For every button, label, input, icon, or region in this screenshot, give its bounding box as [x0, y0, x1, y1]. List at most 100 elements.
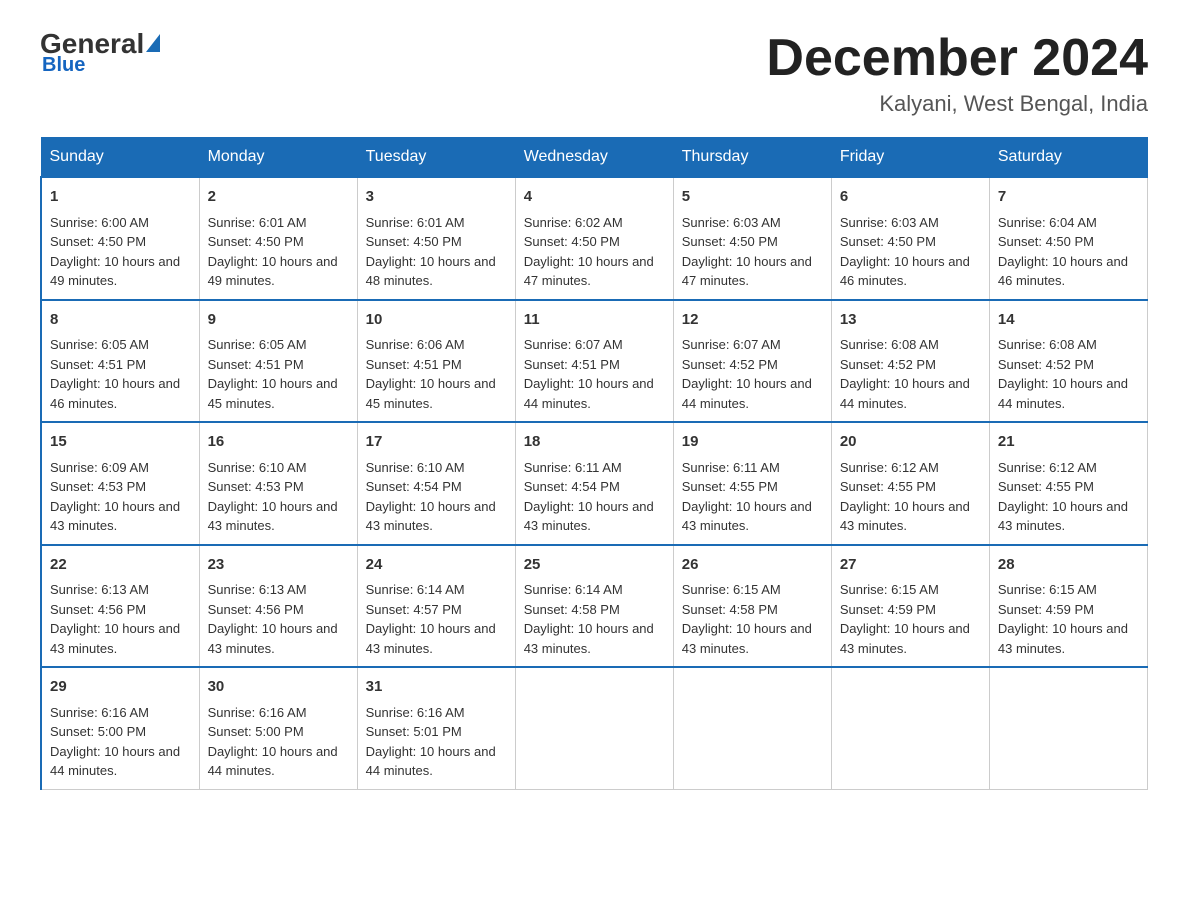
day-cell-30: 30 Sunrise: 6:16 AMSunset: 5:00 PMDayligh… [199, 667, 357, 789]
day-cell-23: 23 Sunrise: 6:13 AMSunset: 4:56 PMDayligh… [199, 545, 357, 668]
day-info: Sunrise: 6:16 AMSunset: 5:00 PMDaylight:… [208, 705, 338, 779]
weekday-header-monday: Monday [199, 138, 357, 178]
day-number: 31 [366, 676, 507, 699]
day-cell-16: 16 Sunrise: 6:10 AMSunset: 4:53 PMDayligh… [199, 422, 357, 545]
day-info: Sunrise: 6:06 AMSunset: 4:51 PMDaylight:… [366, 337, 496, 411]
weekday-header-wednesday: Wednesday [515, 138, 673, 178]
day-number: 14 [998, 309, 1139, 332]
day-cell-5: 5Sunrise: 6:03 AMSunset: 4:50 PMDaylight… [673, 177, 831, 300]
weekday-header-sunday: Sunday [41, 138, 199, 178]
empty-cell [831, 667, 989, 789]
day-info: Sunrise: 6:10 AMSunset: 4:54 PMDaylight:… [366, 460, 496, 534]
day-info: Sunrise: 6:02 AMSunset: 4:50 PMDaylight:… [524, 215, 654, 289]
day-number: 1 [50, 186, 191, 209]
day-info: Sunrise: 6:15 AMSunset: 4:59 PMDaylight:… [998, 582, 1128, 656]
day-cell-24: 24Sunrise: 6:14 AMSunset: 4:57 PMDayligh… [357, 545, 515, 668]
title-area: December 2024 Kalyani, West Bengal, Indi… [766, 30, 1148, 117]
day-info: Sunrise: 6:13 AMSunset: 4:56 PMDaylight:… [50, 582, 180, 656]
day-cell-7: 7 Sunrise: 6:04 AMSunset: 4:50 PMDaylight… [989, 177, 1147, 300]
day-cell-15: 15 Sunrise: 6:09 AMSunset: 4:53 PMDayligh… [41, 422, 199, 545]
day-info: Sunrise: 6:01 AMSunset: 4:50 PMDaylight:… [208, 215, 338, 289]
calendar-table: SundayMondayTuesdayWednesdayThursdayFrid… [40, 137, 1148, 790]
day-cell-12: 12 Sunrise: 6:07 AMSunset: 4:52 PMDayligh… [673, 300, 831, 423]
day-info: Sunrise: 6:15 AMSunset: 4:58 PMDaylight:… [682, 582, 812, 656]
day-info: Sunrise: 6:07 AMSunset: 4:52 PMDaylight:… [682, 337, 812, 411]
day-cell-11: 11 Sunrise: 6:07 AMSunset: 4:51 PMDayligh… [515, 300, 673, 423]
day-info: Sunrise: 6:15 AMSunset: 4:59 PMDaylight:… [840, 582, 970, 656]
day-number: 8 [50, 309, 191, 332]
day-cell-6: 6Sunrise: 6:03 AMSunset: 4:50 PMDaylight… [831, 177, 989, 300]
day-number: 15 [50, 431, 191, 454]
day-cell-3: 3Sunrise: 6:01 AMSunset: 4:50 PMDaylight… [357, 177, 515, 300]
day-number: 16 [208, 431, 349, 454]
day-cell-13: 13 Sunrise: 6:08 AMSunset: 4:52 PMDayligh… [831, 300, 989, 423]
day-info: Sunrise: 6:09 AMSunset: 4:53 PMDaylight:… [50, 460, 180, 534]
day-number: 11 [524, 309, 665, 332]
day-cell-14: 14 Sunrise: 6:08 AMSunset: 4:52 PMDayligh… [989, 300, 1147, 423]
page-header: General Blue December 2024 Kalyani, West… [40, 30, 1148, 117]
day-number: 13 [840, 309, 981, 332]
logo-blue-text: Blue [42, 54, 85, 77]
day-number: 9 [208, 309, 349, 332]
weekday-header-friday: Friday [831, 138, 989, 178]
day-number: 12 [682, 309, 823, 332]
day-cell-1: 1 Sunrise: 6:00 AMSunset: 4:50 PMDaylight… [41, 177, 199, 300]
day-info: Sunrise: 6:00 AMSunset: 4:50 PMDaylight:… [50, 215, 180, 289]
day-number: 10 [366, 309, 507, 332]
day-number: 2 [208, 186, 349, 209]
day-info: Sunrise: 6:08 AMSunset: 4:52 PMDaylight:… [998, 337, 1128, 411]
day-cell-8: 8 Sunrise: 6:05 AMSunset: 4:51 PMDaylight… [41, 300, 199, 423]
day-cell-4: 4Sunrise: 6:02 AMSunset: 4:50 PMDaylight… [515, 177, 673, 300]
logo-triangle-icon [146, 34, 160, 52]
day-number: 5 [682, 186, 823, 209]
day-info: Sunrise: 6:11 AMSunset: 4:55 PMDaylight:… [682, 460, 812, 534]
day-info: Sunrise: 6:16 AMSunset: 5:00 PMDaylight:… [50, 705, 180, 779]
day-info: Sunrise: 6:10 AMSunset: 4:53 PMDaylight:… [208, 460, 338, 534]
day-info: Sunrise: 6:14 AMSunset: 4:58 PMDaylight:… [524, 582, 654, 656]
day-cell-21: 21 Sunrise: 6:12 AMSunset: 4:55 PMDayligh… [989, 422, 1147, 545]
day-info: Sunrise: 6:12 AMSunset: 4:55 PMDaylight:… [998, 460, 1128, 534]
day-number: 27 [840, 554, 981, 577]
day-number: 18 [524, 431, 665, 454]
day-cell-2: 2 Sunrise: 6:01 AMSunset: 4:50 PMDaylight… [199, 177, 357, 300]
day-info: Sunrise: 6:05 AMSunset: 4:51 PMDaylight:… [208, 337, 338, 411]
day-cell-28: 28 Sunrise: 6:15 AMSunset: 4:59 PMDayligh… [989, 545, 1147, 668]
day-cell-22: 22 Sunrise: 6:13 AMSunset: 4:56 PMDayligh… [41, 545, 199, 668]
logo: General Blue [40, 30, 160, 77]
day-number: 30 [208, 676, 349, 699]
day-number: 24 [366, 554, 507, 577]
day-info: Sunrise: 6:13 AMSunset: 4:56 PMDaylight:… [208, 582, 338, 656]
day-cell-29: 29 Sunrise: 6:16 AMSunset: 5:00 PMDayligh… [41, 667, 199, 789]
day-cell-9: 9 Sunrise: 6:05 AMSunset: 4:51 PMDaylight… [199, 300, 357, 423]
day-cell-18: 18 Sunrise: 6:11 AMSunset: 4:54 PMDayligh… [515, 422, 673, 545]
weekday-header-thursday: Thursday [673, 138, 831, 178]
day-number: 20 [840, 431, 981, 454]
day-number: 22 [50, 554, 191, 577]
day-cell-20: 20 Sunrise: 6:12 AMSunset: 4:55 PMDayligh… [831, 422, 989, 545]
weekday-header-tuesday: Tuesday [357, 138, 515, 178]
day-number: 25 [524, 554, 665, 577]
day-cell-26: 26Sunrise: 6:15 AMSunset: 4:58 PMDayligh… [673, 545, 831, 668]
empty-cell [989, 667, 1147, 789]
day-info: Sunrise: 6:01 AMSunset: 4:50 PMDaylight:… [366, 215, 496, 289]
day-number: 21 [998, 431, 1139, 454]
day-cell-27: 27 Sunrise: 6:15 AMSunset: 4:59 PMDayligh… [831, 545, 989, 668]
day-cell-19: 19Sunrise: 6:11 AMSunset: 4:55 PMDayligh… [673, 422, 831, 545]
day-number: 29 [50, 676, 191, 699]
day-info: Sunrise: 6:11 AMSunset: 4:54 PMDaylight:… [524, 460, 654, 534]
day-number: 23 [208, 554, 349, 577]
day-info: Sunrise: 6:05 AMSunset: 4:51 PMDaylight:… [50, 337, 180, 411]
day-info: Sunrise: 6:16 AMSunset: 5:01 PMDaylight:… [366, 705, 496, 779]
day-info: Sunrise: 6:07 AMSunset: 4:51 PMDaylight:… [524, 337, 654, 411]
day-cell-10: 10 Sunrise: 6:06 AMSunset: 4:51 PMDayligh… [357, 300, 515, 423]
day-info: Sunrise: 6:12 AMSunset: 4:55 PMDaylight:… [840, 460, 970, 534]
day-info: Sunrise: 6:08 AMSunset: 4:52 PMDaylight:… [840, 337, 970, 411]
day-number: 7 [998, 186, 1139, 209]
day-info: Sunrise: 6:04 AMSunset: 4:50 PMDaylight:… [998, 215, 1128, 289]
day-info: Sunrise: 6:03 AMSunset: 4:50 PMDaylight:… [840, 215, 970, 289]
day-number: 17 [366, 431, 507, 454]
day-cell-25: 25 Sunrise: 6:14 AMSunset: 4:58 PMDayligh… [515, 545, 673, 668]
month-title: December 2024 [766, 30, 1148, 87]
empty-cell [515, 667, 673, 789]
day-number: 28 [998, 554, 1139, 577]
